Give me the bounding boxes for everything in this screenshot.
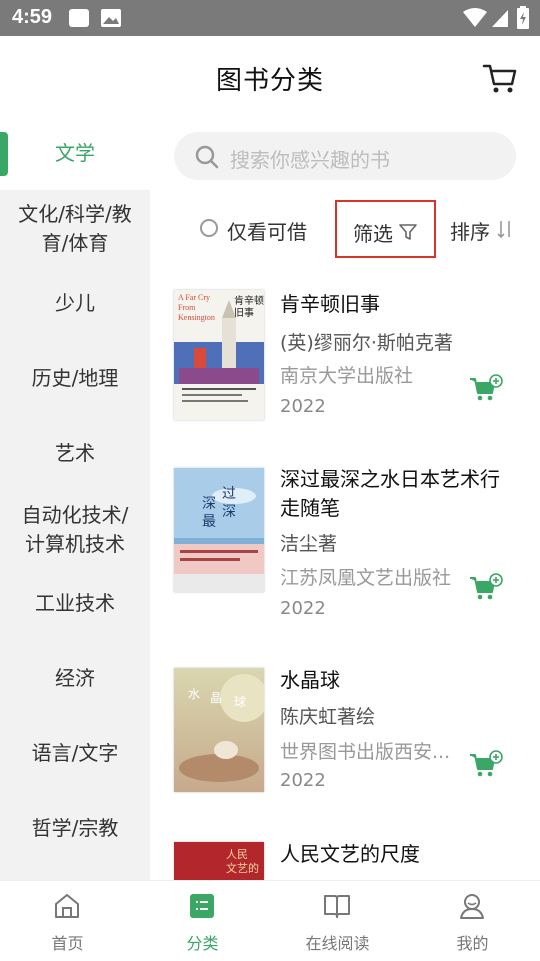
sidebar-item-automation-computer[interactable]: 自动化技术/计算机技术	[0, 501, 150, 559]
page-title: 图书分类	[215, 66, 324, 96]
tab-profile[interactable]: 我的	[405, 881, 540, 961]
cart-icon[interactable]	[480, 58, 520, 98]
book-list-item[interactable]: 水 晶 球 水晶球 陈庆虹著绘 世界图书出版西安... 2022	[150, 666, 540, 806]
tab-label: 在线阅读	[305, 934, 370, 953]
sidebar-item-art[interactable]: 艺术	[0, 439, 150, 468]
category-sidebar: 文学 文化/科学/教育/体育 少儿 历史/地理 艺术 自动化技术/计算机技术 工…	[0, 118, 150, 880]
book-author: 洁尘著	[280, 533, 338, 555]
tab-label: 我的	[456, 934, 489, 953]
app-header: 图书分类	[0, 36, 540, 118]
svg-text:最: 最	[202, 514, 216, 530]
wifi-icon	[463, 8, 487, 27]
sidebar-item-label: 文学	[55, 141, 95, 165]
image-icon	[101, 9, 121, 27]
book-cover-art: 深 过 最 深	[174, 468, 264, 592]
sidebar-item-language[interactable]: 语言/文字	[0, 739, 150, 768]
book-title: 水晶球	[280, 668, 340, 692]
funnel-icon	[399, 224, 417, 240]
sidebar-item-economy[interactable]: 经济	[0, 664, 150, 693]
tab-home[interactable]: 首页	[0, 881, 135, 961]
filter-button[interactable]: 筛选	[335, 200, 436, 258]
user-icon	[460, 894, 484, 919]
book-publisher: 世界图书出版西安...	[280, 741, 451, 763]
svg-text:深: 深	[202, 496, 216, 512]
active-indicator	[0, 132, 8, 176]
book-cover: 肯辛顿 旧事 A Far Cry From Kensington	[174, 290, 264, 420]
search-input[interactable]: 搜索你感兴趣的书	[174, 132, 516, 180]
sidebar-item-label: 哲学/宗教	[31, 816, 119, 840]
sidebar-item-label: 文化/科学/教育/体育	[18, 202, 132, 255]
tab-category[interactable]: 分类	[135, 881, 270, 961]
book-year: 2022	[280, 770, 326, 791]
book-cover-art: 人民 文艺的	[174, 842, 264, 880]
only-available-label[interactable]: 仅看可借	[227, 216, 307, 245]
only-available-radio[interactable]	[200, 219, 218, 237]
book-title: 肯辛顿旧事	[280, 292, 380, 316]
status-bar: 4:59	[0, 0, 540, 36]
add-to-cart-icon[interactable]	[468, 750, 504, 780]
home-icon	[55, 894, 79, 918]
filter-label: 筛选	[353, 222, 393, 246]
search-placeholder: 搜索你感兴趣的书	[230, 148, 390, 172]
sidebar-item-label: 艺术	[55, 441, 95, 465]
book-cover-art: 水 晶 球	[174, 668, 264, 792]
book-list-item[interactable]: 肯辛顿 旧事 A Far Cry From Kensington 肯辛顿旧事 (…	[150, 290, 540, 430]
book-publisher: 江苏凤凰文艺出版社	[280, 567, 452, 589]
sidebar-item-children[interactable]: 少儿	[0, 289, 150, 318]
sidebar-item-literature[interactable]: 文学	[0, 118, 150, 190]
tab-label: 分类	[186, 934, 219, 953]
tab-label: 首页	[51, 934, 84, 953]
bottom-tab-bar: 首页 分类 在线阅读 我的	[0, 880, 540, 961]
sidebar-item-label: 工业技术	[35, 591, 115, 615]
category-list-icon	[190, 894, 214, 918]
signal-icon	[492, 10, 508, 27]
sort-arrows-icon	[497, 221, 510, 239]
sidebar-item-history-geography[interactable]: 历史/地理	[0, 364, 150, 393]
svg-text:晶: 晶	[210, 691, 222, 705]
svg-text:水: 水	[188, 687, 200, 701]
svg-text:文艺的: 文艺的	[226, 861, 259, 875]
tab-online-reading[interactable]: 在线阅读	[270, 881, 405, 961]
sidebar-item-label: 自动化技术/计算机技术	[21, 503, 129, 556]
sidebar-item-culture-science-education-sports[interactable]: 文化/科学/教育/体育	[0, 200, 150, 258]
book-year: 2022	[280, 396, 326, 417]
svg-text:旧事: 旧事	[234, 306, 254, 319]
svg-text:肯辛顿: 肯辛顿	[234, 294, 264, 307]
status-time: 4:59	[12, 6, 53, 28]
search-icon	[195, 145, 219, 169]
book-title: 深过最深之水日本艺术行走随笔	[280, 467, 500, 520]
svg-text:球: 球	[234, 695, 246, 709]
book-year: 2022	[280, 598, 326, 619]
battery-icon	[517, 6, 529, 29]
sidebar-item-philosophy-religion[interactable]: 哲学/宗教	[0, 814, 150, 843]
book-cover: 水 晶 球	[174, 668, 264, 792]
svg-text:深: 深	[222, 504, 236, 520]
add-to-cart-icon[interactable]	[468, 573, 504, 603]
sidebar-item-label: 经济	[55, 666, 95, 690]
notification-square-icon	[69, 9, 89, 27]
svg-text:人民: 人民	[226, 848, 248, 861]
book-list-item[interactable]: 人民 文艺的 人民文艺的尺度	[150, 840, 540, 880]
add-to-cart-icon[interactable]	[468, 374, 504, 404]
book-title: 人民文艺的尺度	[280, 842, 420, 866]
sidebar-item-label: 少儿	[55, 291, 95, 315]
book-author: 陈庆虹著绘	[280, 706, 376, 728]
book-publisher: 南京大学出版社	[280, 365, 414, 387]
sort-button[interactable]: 排序	[450, 216, 490, 245]
filter-bar: 仅看可借 筛选 排序	[150, 200, 540, 260]
book-cover: 深 过 最 深	[174, 468, 264, 592]
open-book-icon	[324, 895, 350, 918]
cover-title-text: A Far Cry From Kensington	[178, 293, 215, 322]
sidebar-item-label: 历史/地理	[31, 366, 119, 390]
sidebar-item-industrial-tech[interactable]: 工业技术	[0, 589, 150, 618]
book-author: (英)缪丽尔·斯帕克著	[280, 332, 453, 354]
book-cover: 人民 文艺的	[174, 842, 264, 880]
sidebar-item-label: 语言/文字	[31, 741, 119, 765]
book-list-item[interactable]: 深 过 最 深 深过最深之水日本艺术行走随笔 洁尘著 江苏凤凰文艺出版社 202…	[150, 465, 540, 625]
svg-text:过: 过	[222, 486, 236, 502]
